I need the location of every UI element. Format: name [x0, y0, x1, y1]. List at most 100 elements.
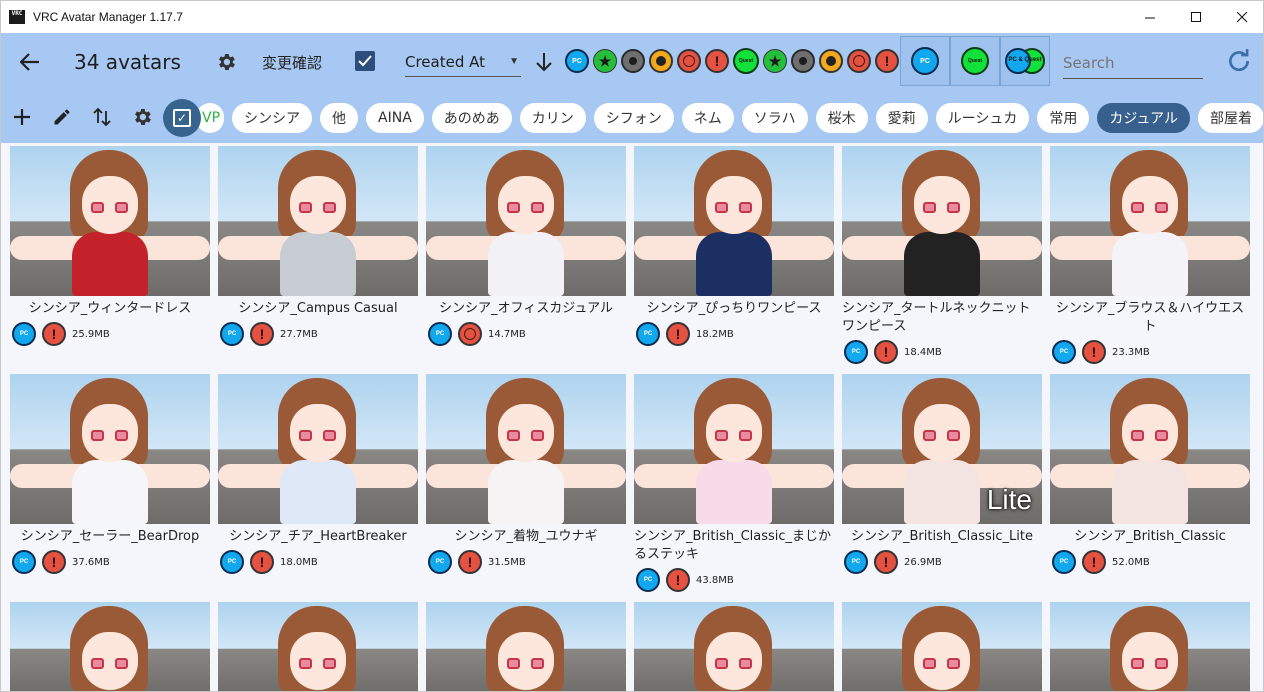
avatar-name: シンシア_ウィンタードレス	[28, 301, 192, 316]
reorder-tags-button[interactable]	[89, 103, 115, 131]
platform-quest-toggle[interactable]: Quest	[950, 36, 1000, 86]
avatar-card[interactable]: シンシア_ウィンタードレス PC! 25.9MB	[10, 146, 210, 346]
refresh-icon	[1229, 49, 1249, 72]
avatar-card[interactable]: シンシア_Campus Casual PC! 27.7MB	[218, 146, 418, 346]
filter-quest-good-icon[interactable]	[791, 49, 815, 73]
avatar-thumbnail[interactable]	[426, 374, 626, 524]
filter-excellent-star-icon[interactable]: ★	[593, 49, 617, 73]
avatar-glasses-right	[323, 430, 336, 441]
avatar-card[interactable]: シンシア_ぴっちりワンピース PC! 18.2MB	[634, 146, 834, 346]
avatar-card[interactable]	[842, 602, 1042, 691]
tag-settings-button[interactable]	[129, 103, 155, 131]
avatar-thumbnail[interactable]	[10, 374, 210, 524]
filter-quest-medium-icon[interactable]	[819, 49, 843, 73]
avatar-card[interactable]: シンシア_ブラウス＆ハイウエスト PC! 23.3MB	[1050, 146, 1250, 364]
avatar-card[interactable]: シンシア_British_Classic PC! 52.0MB	[1050, 374, 1250, 574]
avatar-thumbnail[interactable]	[218, 602, 418, 691]
avatar-thumbnail[interactable]	[634, 374, 834, 524]
close-button[interactable]	[1219, 1, 1263, 33]
avatar-card[interactable]: シンシア_British_Classic_まじかるステッキ PC! 43.8MB	[634, 374, 834, 592]
avatar-thumbnail[interactable]	[10, 602, 210, 691]
avatar-card[interactable]	[426, 602, 626, 691]
avatar-glasses-right	[739, 430, 752, 441]
refresh-button[interactable]	[1223, 45, 1255, 77]
avatar-card[interactable]: シンシア_着物_ユウナギ PC! 31.5MB	[426, 374, 626, 574]
filter-very-poor-warning-icon[interactable]: !	[705, 49, 729, 73]
avatar-outfit	[488, 460, 564, 524]
avatar-thumbnail[interactable]	[842, 602, 1042, 691]
sort-direction-button[interactable]	[531, 48, 557, 76]
filter-quest-very-poor-warning-icon[interactable]: !	[875, 49, 899, 73]
filter-poor-icon[interactable]	[677, 49, 701, 73]
avatar-card[interactable]: シンシア_セーラー_BearDrop PC! 37.6MB	[10, 374, 210, 574]
minimize-button[interactable]	[1127, 1, 1173, 33]
avatar-card[interactable]: Lite シンシア_British_Classic_Lite PC! 26.9MB	[842, 374, 1042, 574]
avatar-thumbnail[interactable]	[10, 146, 210, 296]
platform-pc-toggle[interactable]: PC	[900, 36, 950, 86]
maximize-button[interactable]	[1173, 1, 1219, 33]
avatar-card[interactable]	[634, 602, 834, 691]
filter-quest-badge[interactable]: Quest	[733, 48, 759, 74]
avatar-thumbnail[interactable]	[1050, 602, 1250, 691]
tag-chip[interactable]: 部屋着	[1198, 103, 1263, 133]
filter-quest-poor-icon[interactable]	[847, 49, 871, 73]
tag-chip[interactable]: 愛莉	[875, 103, 928, 133]
filter-medium-icon[interactable]	[649, 49, 673, 73]
edit-tag-button[interactable]	[49, 103, 75, 131]
avatar-thumbnail[interactable]: Lite	[842, 374, 1042, 524]
avatar-card[interactable]: シンシア_オフィスカジュアル PC 14.7MB	[426, 146, 626, 346]
filter-good-icon[interactable]	[621, 49, 645, 73]
avatar-thumbnail[interactable]	[842, 146, 1042, 296]
avatar-glasses-left	[91, 658, 104, 669]
avatar-card[interactable]	[1050, 602, 1250, 691]
tag-chip[interactable]: カリン	[519, 103, 586, 133]
avatar-glasses-left	[1131, 430, 1144, 441]
avatar-card[interactable]	[218, 602, 418, 691]
avatar-outfit	[904, 232, 980, 296]
avatar-thumbnail[interactable]	[634, 146, 834, 296]
tag-chip[interactable]: 常用	[1037, 103, 1090, 133]
platform-pc-quest-toggle[interactable]: PC & Quest	[1000, 36, 1050, 86]
avatar-glasses-right	[115, 658, 128, 669]
search-input[interactable]	[1063, 47, 1203, 79]
avatar-outfit	[904, 460, 980, 524]
avatar-name: シンシア_Campus Casual	[238, 301, 398, 316]
avatar-meta: PC! 37.6MB	[10, 550, 210, 574]
change-confirm-label[interactable]: 変更確認	[262, 52, 322, 73]
tag-chip-active[interactable]: カジュアル	[1097, 103, 1191, 133]
avatar-thumbnail[interactable]	[218, 374, 418, 524]
avatar-thumbnail[interactable]	[1050, 374, 1250, 524]
avatar-card[interactable]: シンシア_タートルネックニットワンピース PC! 18.4MB	[842, 146, 1042, 364]
avatar-thumbnail[interactable]	[426, 146, 626, 296]
tag-chip[interactable]: ルーシュカ	[935, 103, 1030, 133]
title-bar: VRC VRC Avatar Manager 1.17.7	[1, 1, 1263, 33]
select-mode-button[interactable]: ✓	[163, 99, 201, 137]
tag-chip[interactable]: あのめあ	[431, 103, 512, 133]
add-tag-button[interactable]	[9, 103, 35, 131]
tag-chip[interactable]: ネム	[681, 103, 734, 133]
tag-chip[interactable]: ソラハ	[741, 103, 808, 133]
performance-very-poor-warning-icon: !	[666, 568, 690, 592]
avatar-thumbnail[interactable]	[426, 602, 626, 691]
filter-quest-excellent-star-icon[interactable]: ★	[763, 49, 787, 73]
avatar-glasses-left	[91, 202, 104, 213]
avatar-card[interactable]	[10, 602, 210, 691]
tag-chip[interactable]: シフォン	[593, 103, 674, 133]
avatar-thumbnail[interactable]	[218, 146, 418, 296]
tag-chip[interactable]: 他	[320, 103, 359, 133]
tag-chip[interactable]: AINA	[366, 103, 424, 133]
avatar-outfit	[72, 460, 148, 524]
filter-pc-badge[interactable]: PC	[565, 49, 589, 73]
lite-overlay-label: Lite	[986, 484, 1032, 515]
sort-field-select[interactable]: Created At ▼	[405, 47, 521, 77]
change-confirm-checkbox[interactable]	[355, 51, 375, 71]
avatar-thumbnail[interactable]	[634, 602, 834, 691]
avatar-file-size: 43.8MB	[696, 574, 734, 586]
avatar-glasses-left	[923, 430, 936, 441]
settings-button[interactable]	[211, 47, 241, 77]
tag-chip[interactable]: 桜木	[815, 103, 868, 133]
tag-chip[interactable]: シンシア	[232, 103, 313, 133]
avatar-thumbnail[interactable]	[1050, 146, 1250, 296]
back-button[interactable]	[15, 47, 45, 77]
avatar-card[interactable]: シンシア_チア_HeartBreaker PC! 18.0MB	[218, 374, 418, 574]
